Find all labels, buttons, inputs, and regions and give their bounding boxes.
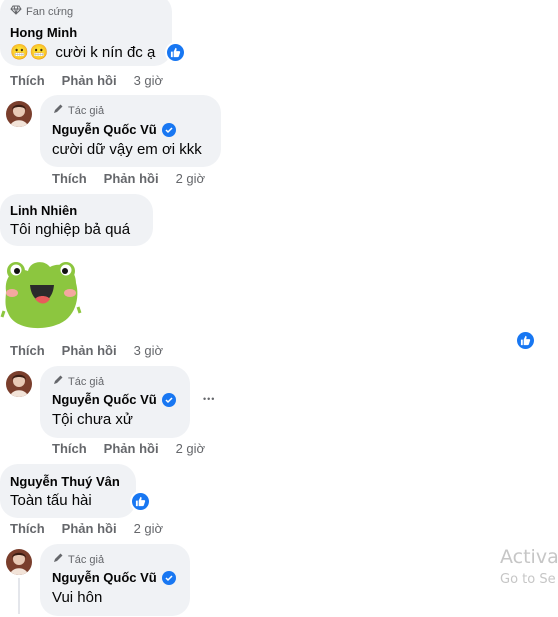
- more-options-icon[interactable]: •••: [203, 394, 215, 404]
- avatar[interactable]: [6, 549, 32, 575]
- author-name[interactable]: Nguyễn Quốc Vũ: [52, 122, 157, 137]
- like-button[interactable]: Thích: [10, 521, 45, 536]
- comment-text: Tôi nghiệp bả quá: [10, 221, 131, 238]
- diamond-icon: [10, 5, 22, 18]
- reply-button[interactable]: Phản hồi: [104, 171, 159, 186]
- author-name[interactable]: Nguyễn Quốc Vũ: [52, 392, 157, 407]
- pencil-icon: [52, 552, 64, 567]
- comment-actions: Thích Phản hồi 2 giờ: [52, 171, 205, 186]
- avatar[interactable]: [6, 371, 32, 397]
- like-reaction-icon[interactable]: [130, 491, 151, 512]
- comment-author[interactable]: Nguyễn Quốc Vũ: [52, 122, 176, 137]
- timestamp[interactable]: 3 giờ: [134, 73, 164, 88]
- reply-button[interactable]: Phản hồi: [104, 441, 159, 456]
- like-button[interactable]: Thích: [52, 171, 87, 186]
- badge-label: Tác giả: [68, 553, 105, 566]
- like-button[interactable]: Thích: [10, 343, 45, 358]
- verified-badge-icon: [161, 122, 176, 137]
- pencil-icon: [52, 103, 64, 118]
- badge-label: Tác giả: [68, 104, 105, 117]
- comment-actions: Thích Phản hồi 2 giờ: [10, 521, 163, 536]
- author-name[interactable]: Nguyễn Thuý Vân: [10, 474, 120, 489]
- fan-badge: Fan cứng: [10, 5, 73, 18]
- verified-badge-icon: [161, 392, 176, 407]
- badge-label: Tác giả: [68, 375, 105, 388]
- comment-text: cười dữ vậy em ơi kkk: [52, 141, 202, 158]
- reply-button[interactable]: Phản hồi: [62, 343, 117, 358]
- like-button[interactable]: Thích: [52, 441, 87, 456]
- comment-text: Tội chưa xử: [52, 411, 133, 428]
- pencil-icon: [52, 374, 64, 389]
- activation-watermark: Activat: [500, 546, 558, 568]
- reply-button[interactable]: Phản hồi: [62, 73, 117, 88]
- comment-author[interactable]: Linh Nhiên: [10, 203, 77, 218]
- reply-button[interactable]: Phản hồi: [62, 521, 117, 536]
- comment-actions: Thích Phản hồi 3 giờ: [10, 73, 163, 88]
- badge-label: Fan cứng: [26, 5, 74, 18]
- like-reaction-icon[interactable]: [165, 42, 186, 63]
- comment-bubble: [0, 464, 136, 518]
- comment-actions: Thích Phản hồi 2 giờ: [52, 441, 205, 456]
- thread-line: [18, 578, 20, 614]
- like-reaction-icon[interactable]: [515, 330, 536, 351]
- author-badge: Tác giả: [52, 552, 104, 567]
- comment-bubble: [0, 194, 153, 246]
- like-button[interactable]: Thích: [10, 73, 45, 88]
- author-badge: Tác giả: [52, 103, 104, 118]
- comment-author[interactable]: Nguyễn Quốc Vũ: [52, 570, 176, 585]
- timestamp[interactable]: 2 giờ: [134, 521, 164, 536]
- author-name[interactable]: Nguyễn Quốc Vũ: [52, 570, 157, 585]
- avatar[interactable]: [6, 101, 32, 127]
- grimace-emoji-icon: 😬: [10, 44, 29, 61]
- comment-text: Vui hôn: [52, 589, 103, 606]
- grimace-emoji-icon: 😬: [29, 44, 49, 61]
- comment-author[interactable]: Nguyễn Thuý Vân: [10, 474, 120, 489]
- author-name[interactable]: Hong Minh: [10, 25, 77, 40]
- comment-author[interactable]: Nguyễn Quốc Vũ: [52, 392, 176, 407]
- comment-author[interactable]: Hong Minh: [10, 25, 77, 40]
- comment-actions: Thích Phản hồi 3 giờ: [10, 343, 163, 358]
- comment-text: 😬 😬 cười k nín đc ạ: [10, 43, 156, 62]
- timestamp[interactable]: 2 giờ: [176, 171, 206, 186]
- author-name[interactable]: Linh Nhiên: [10, 203, 77, 218]
- timestamp[interactable]: 2 giờ: [176, 441, 206, 456]
- author-badge: Tác giả: [52, 374, 104, 389]
- comment-text: Toàn tấu hài: [10, 492, 92, 509]
- frog-sticker-icon[interactable]: [0, 257, 82, 331]
- activation-watermark-subtext: Go to Se: [500, 572, 556, 587]
- timestamp[interactable]: 3 giờ: [134, 343, 164, 358]
- verified-badge-icon: [161, 570, 176, 585]
